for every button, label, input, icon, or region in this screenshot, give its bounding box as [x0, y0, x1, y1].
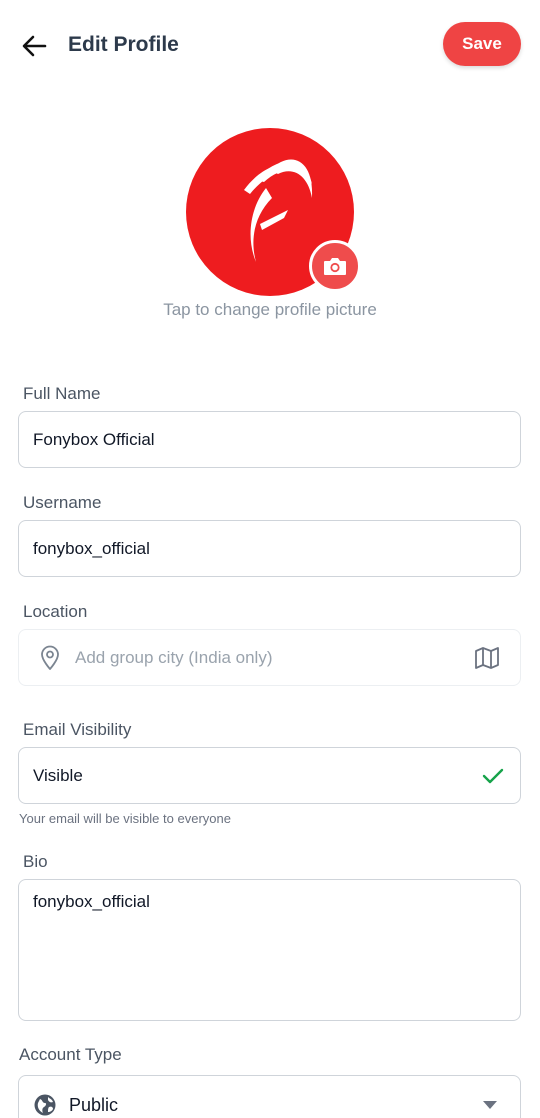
- full-name-field[interactable]: Fonybox Official: [18, 411, 521, 468]
- back-button[interactable]: [16, 28, 52, 64]
- change-photo-button[interactable]: [309, 240, 361, 292]
- account-type-value: Public: [69, 1094, 119, 1115]
- bio-label: Bio: [23, 852, 48, 871]
- username-field[interactable]: fonybox_official: [18, 520, 521, 577]
- account-type-select[interactable]: Public: [18, 1075, 521, 1118]
- camera-icon: [324, 258, 346, 275]
- bio-value: fonybox_official: [33, 892, 150, 911]
- location-field[interactable]: Add group city (India only): [18, 629, 521, 686]
- email-visibility-label: Email Visibility: [23, 720, 132, 739]
- avatar-hint: Tap to change profile picture: [163, 300, 377, 319]
- account-type-label: Account Type: [19, 1045, 122, 1064]
- full-name-label: Full Name: [23, 384, 101, 403]
- email-visibility-helper: Your email will be visible to everyone: [19, 811, 231, 826]
- email-visibility-value: Visible: [33, 765, 83, 785]
- avatar-container: [186, 128, 361, 296]
- map-icon[interactable]: [474, 646, 500, 670]
- location-placeholder: Add group city (India only): [75, 647, 273, 667]
- email-visibility-field[interactable]: Visible: [18, 747, 521, 804]
- username-label: Username: [23, 493, 102, 512]
- check-icon: [482, 768, 504, 783]
- save-button[interactable]: Save: [443, 22, 521, 66]
- caret-down-icon: [483, 1101, 497, 1109]
- full-name-value: Fonybox Official: [33, 429, 155, 449]
- header-bar: Edit Profile Save: [0, 0, 540, 90]
- globe-icon: [34, 1094, 56, 1116]
- page-title: Edit Profile: [68, 33, 179, 56]
- location-label: Location: [23, 602, 88, 621]
- bio-textarea[interactable]: fonybox_official: [18, 879, 521, 1021]
- username-value: fonybox_official: [33, 538, 150, 558]
- map-pin-icon: [41, 645, 59, 670]
- arrow-left-icon: [22, 35, 47, 57]
